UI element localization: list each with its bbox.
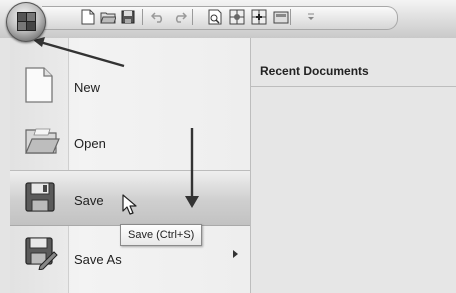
recent-documents-header: Recent Documents (251, 58, 456, 87)
menu-item-label: New (74, 80, 101, 95)
menu-item-label: Save As (74, 252, 122, 267)
new-document-icon (24, 66, 54, 109)
table-grid-icon[interactable] (229, 9, 245, 25)
quick-access-toolbar (0, 0, 456, 38)
new-document-icon[interactable] (80, 9, 96, 25)
customize-toolbar-icon[interactable] (303, 9, 319, 25)
toolbar-separator (142, 9, 143, 25)
insert-cells-icon[interactable] (251, 9, 267, 25)
save-floppy-icon (24, 181, 56, 218)
toolbar-separator (192, 9, 193, 25)
save-as-icon (24, 236, 58, 275)
print-preview-icon[interactable] (207, 9, 223, 25)
save-floppy-icon[interactable] (120, 9, 136, 25)
redo-icon[interactable] (172, 9, 188, 25)
toolbar-separator (290, 9, 291, 25)
undo-icon[interactable] (150, 9, 166, 25)
menu-item-label: Save (74, 193, 104, 208)
menu-item-new[interactable]: New (10, 58, 250, 114)
submenu-arrow-icon (233, 250, 238, 258)
page-layout-icon[interactable] (273, 9, 289, 25)
menu-item-open[interactable]: Open (10, 114, 250, 170)
mouse-pointer-icon (122, 194, 137, 215)
open-folder-icon (24, 126, 60, 161)
recent-documents-title: Recent Documents (260, 64, 369, 78)
office-logo-icon (17, 12, 36, 31)
office-button[interactable] (6, 2, 46, 42)
menu-item-label: Open (74, 136, 106, 151)
open-folder-icon[interactable] (100, 9, 116, 25)
save-tooltip: Save (Ctrl+S) (120, 224, 203, 246)
